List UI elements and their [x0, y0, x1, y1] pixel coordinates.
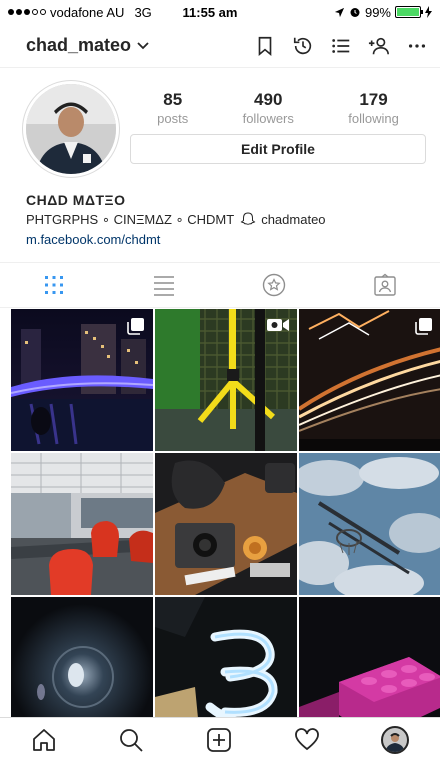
add-post-icon[interactable]	[206, 727, 232, 753]
grid-post-yellow-tripod[interactable]	[155, 309, 297, 451]
profile-bio: CHΔD MΔTΞO PHTGRPHS ∘ CINΞMΔZ ∘ CHDMT ch…	[26, 190, 426, 250]
chevron-down-icon	[137, 41, 149, 49]
grid-post-light-trails[interactable]	[299, 309, 440, 451]
stat-value: 85	[163, 90, 183, 109]
alarm-icon	[350, 8, 360, 17]
star-icon[interactable]	[262, 273, 286, 297]
followers-count[interactable]: 490 followers	[243, 90, 294, 126]
profile-header-bar: chad_mateo	[0, 24, 440, 68]
multiple-posts-icon	[127, 318, 144, 335]
display-name: CHΔD MΔTΞO	[26, 192, 126, 208]
multiple-posts-icon	[415, 318, 432, 335]
website-link[interactable]: m.facebook.com/chdmt	[26, 230, 426, 250]
bio-tagline: PHTGRPHS ∘ CINΞMΔZ ∘ CHDMT	[26, 212, 234, 227]
profile-avatar[interactable]	[381, 726, 410, 754]
bottom-tab-bar	[0, 717, 440, 762]
edit-profile-button[interactable]: Edit Profile	[130, 134, 426, 164]
video-post-icon	[267, 319, 289, 331]
ghost-icon	[240, 212, 255, 225]
carrier-name: vodafone AU	[50, 4, 125, 20]
stat-label: following	[348, 111, 399, 126]
account-switcher[interactable]: chad_mateo	[26, 35, 254, 56]
more-icon[interactable]	[406, 35, 428, 57]
grid-post-office-chairs[interactable]	[11, 453, 153, 595]
stat-label: posts	[157, 111, 189, 126]
location-arrow-icon	[334, 7, 345, 17]
posts-count[interactable]: 85 posts	[157, 90, 188, 126]
stat-label: followers	[242, 111, 294, 126]
bio-text: PHTGRPHS ∘ CINΞMΔZ ∘ CHDMT chadmateo	[26, 210, 426, 230]
following-count[interactable]: 179 following	[348, 90, 399, 126]
bookmark-icon[interactable]	[254, 35, 276, 57]
battery-icon	[395, 6, 423, 18]
activity-icon[interactable]	[294, 727, 320, 753]
signal-strength-icon	[8, 9, 46, 15]
username-label: chad_mateo	[26, 35, 132, 55]
charging-icon	[425, 6, 432, 18]
list-view-icon[interactable]	[152, 274, 176, 296]
snapchat-handle: chadmateo	[261, 212, 326, 227]
profile-view-tabs	[0, 262, 440, 308]
search-icon[interactable]	[118, 727, 144, 753]
add-user-icon[interactable]	[368, 35, 390, 57]
avatar[interactable]	[22, 80, 120, 178]
history-icon[interactable]	[292, 35, 314, 57]
grid-icon[interactable]	[43, 274, 65, 296]
list-icon[interactable]	[330, 35, 352, 57]
battery-percentage: 99%	[364, 4, 391, 20]
tagged-icon[interactable]	[373, 273, 397, 297]
photo-grid	[11, 309, 440, 739]
profile-summary: 85 posts 490 followers 179 following Edi…	[0, 76, 440, 180]
home-icon[interactable]	[31, 727, 57, 753]
grid-post-night-city-river[interactable]	[11, 309, 153, 451]
status-bar: vodafone AU 3G 11:55 am 99%	[0, 0, 440, 24]
grid-post-basketball-hoop-sky[interactable]	[299, 453, 440, 595]
clock: 11:55 am	[182, 4, 238, 20]
stat-value: 490	[254, 90, 283, 109]
grid-post-camera-gear[interactable]	[155, 453, 297, 595]
stat-value: 179	[359, 90, 388, 109]
